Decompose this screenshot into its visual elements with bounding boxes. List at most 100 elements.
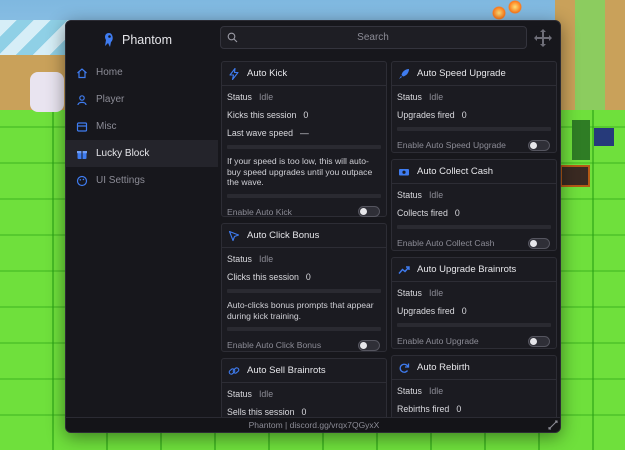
count-value: 0: [461, 306, 467, 316]
status-value: Idle: [428, 288, 444, 298]
sidebar-item-player[interactable]: Player: [66, 86, 218, 113]
status-label: Status: [227, 389, 252, 399]
status-row: Status Idle: [392, 382, 556, 400]
status-label: Status: [397, 190, 422, 200]
card-header: Auto Sell Brainrots: [222, 359, 386, 383]
card-title: Auto Collect Cash: [417, 166, 494, 177]
divider: [397, 323, 551, 327]
phantom-logo-icon: [105, 33, 113, 47]
enable-auto-click-bonus-toggle[interactable]: [358, 339, 380, 351]
user-icon: [77, 94, 87, 105]
card-auto-rebirth: Auto Rebirth Status Idle Rebirths fired …: [391, 355, 557, 419]
wave-speed-row: Last wave speed —: [222, 124, 386, 142]
status-row: Status Idle: [392, 186, 556, 204]
cash-icon: [399, 168, 409, 175]
count-label: Kicks this session: [227, 110, 297, 120]
sidebar-item-label: Lucky Block: [96, 148, 150, 159]
count-value: 0: [301, 407, 307, 417]
description: Auto-clicks bonus prompts that appear du…: [227, 300, 374, 321]
refresh-icon: [399, 363, 410, 373]
sidebar-item-home[interactable]: Home: [66, 59, 218, 86]
footer-text: Phantom | discord.gg/vrqx7QGyxX: [248, 420, 380, 430]
count-label: Upgrades fired: [397, 110, 455, 120]
card-auto-sell-brainrots: Auto Sell Brainrots Status Idle Sells th…: [221, 358, 387, 419]
status-value: Idle: [428, 190, 444, 200]
toggle-label: Enable Auto Kick: [227, 206, 292, 217]
card-auto-speed-upgrade: Auto Speed Upgrade Status Idle Upgrades …: [391, 61, 557, 153]
status-value: Idle: [258, 92, 274, 102]
search-input[interactable]: [243, 27, 503, 48]
count-label: Sells this session: [227, 407, 295, 417]
count-value: 0: [305, 272, 311, 282]
content-area: Auto Kick Status Idle Kicks this session…: [218, 59, 560, 419]
fire-particle: [492, 6, 506, 20]
card-title: Auto Kick: [247, 68, 288, 79]
status-value: Idle: [428, 386, 444, 396]
sidebar-item-ui-settings[interactable]: UI Settings: [66, 167, 218, 194]
toggle-label: Enable Auto Click Bonus: [227, 340, 322, 350]
toggle-row: Enable Auto Click Bonus: [222, 334, 386, 356]
footer: Phantom | discord.gg/vrqx7QGyxX: [66, 417, 560, 432]
toggle-row: Enable Auto Collect Cash: [392, 232, 556, 254]
card-header: Auto Upgrade Brainrots: [392, 258, 556, 282]
count-label: Clicks this session: [227, 272, 299, 282]
status-value: Idle: [258, 254, 274, 264]
sidebar-item-label: UI Settings: [96, 175, 145, 186]
card-auto-upgrade-brainrots: Auto Upgrade Brainrots Status Idle Upgra…: [391, 257, 557, 349]
green-block: [572, 120, 590, 160]
sidebar-nav: Home Player Misc Lucky Block UI Settings: [66, 59, 218, 194]
count-value: 0: [303, 110, 309, 120]
card-title: Auto Rebirth: [417, 362, 470, 373]
move-icon[interactable]: [533, 28, 553, 48]
sidebar-item-misc[interactable]: Misc: [66, 113, 218, 140]
status-label: Status: [397, 386, 422, 396]
sidebar-item-label: Misc: [96, 121, 117, 132]
collects-row: Collects fired 0: [392, 204, 556, 222]
speed-label: Last wave speed: [227, 128, 294, 138]
enable-auto-kick-toggle[interactable]: [358, 206, 380, 217]
status-label: Status: [397, 288, 422, 298]
enable-auto-speed-upgrade-toggle[interactable]: [528, 139, 550, 151]
card-title: Auto Upgrade Brainrots: [417, 264, 517, 275]
enable-auto-collect-cash-toggle[interactable]: [528, 237, 550, 249]
toggle-row: Enable Auto Kick: [222, 201, 386, 223]
resize-icon[interactable]: [548, 420, 558, 430]
card-header: Auto Rebirth: [392, 356, 556, 380]
divider: [397, 225, 551, 229]
trend-up-icon: [398, 265, 410, 274]
divider: [227, 145, 381, 149]
sidebar-item-label: Home: [96, 67, 123, 78]
card-title: Auto Click Bonus: [247, 230, 320, 241]
count-value: 0: [461, 110, 467, 120]
divider: [227, 327, 381, 331]
toggle-label: Enable Auto Collect Cash: [397, 238, 495, 248]
status-value: Idle: [428, 92, 444, 102]
status-row: Status Idle: [392, 88, 556, 106]
character-figure: [30, 72, 64, 112]
link-icon: [228, 366, 240, 375]
divider: [227, 193, 381, 198]
search-box[interactable]: [220, 26, 527, 49]
card-title: Auto Speed Upgrade: [417, 68, 506, 79]
sidebar-item-label: Player: [96, 94, 125, 105]
speed-value: —: [300, 128, 309, 138]
palette-icon: [76, 175, 88, 186]
card-header: Auto Collect Cash: [392, 160, 556, 184]
kicks-row: Kicks this session 0: [222, 106, 386, 124]
status-value: Idle: [258, 389, 274, 399]
cursor-icon: [228, 230, 240, 241]
card-auto-click-bonus: Auto Click Bonus Status Idle Clicks this…: [221, 223, 387, 352]
enable-auto-upgrade-toggle[interactable]: [528, 335, 550, 347]
status-label: Status: [227, 92, 252, 102]
upgrades-row: Upgrades fired 0: [392, 302, 556, 320]
lightning-icon: [229, 67, 239, 80]
home-icon: [77, 67, 87, 78]
card-header: Auto Click Bonus: [222, 224, 386, 248]
sand-tower: [555, 0, 625, 115]
status-row: Status Idle: [392, 284, 556, 302]
card-title: Auto Sell Brainrots: [247, 365, 326, 376]
app-name: Phantom: [122, 33, 173, 47]
sidebar-item-lucky-block[interactable]: Lucky Block: [66, 140, 218, 167]
status-row: Status Idle: [222, 385, 386, 403]
divider: [397, 127, 551, 131]
